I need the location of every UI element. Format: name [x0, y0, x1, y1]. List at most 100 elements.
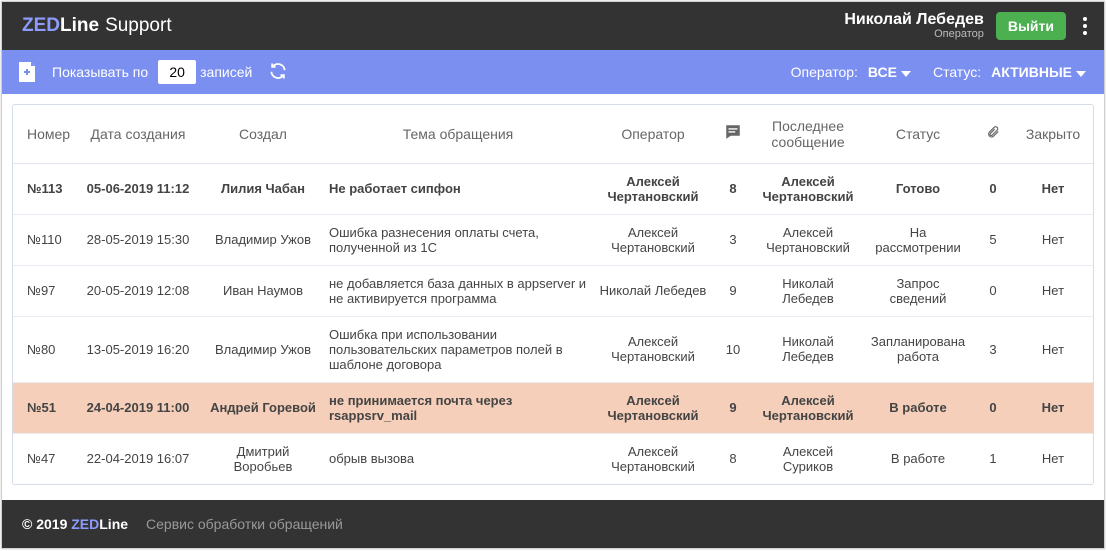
cell-created: 13-05-2019 16:20 [73, 316, 203, 382]
cell-subject: не добавляется база данных в appserver и… [323, 265, 593, 316]
cell-created: 24-04-2019 11:00 [73, 382, 203, 433]
cell-msg-count: 8 [713, 433, 753, 484]
cell-author: Андрей Горевой [203, 382, 323, 433]
status-filter-label: Статус: [933, 64, 981, 80]
col-messages-icon[interactable] [713, 105, 753, 163]
cell-created: 05-06-2019 11:12 [73, 163, 203, 214]
cell-last-msg: Алексей Чертановский [753, 382, 863, 433]
cell-closed: Нет [1013, 316, 1093, 382]
cell-subject: Ошибка при использовании пользовательски… [323, 316, 593, 382]
user-name: Николай Лебедев [844, 12, 984, 28]
cell-last-msg: Алексей Чертановский [753, 214, 863, 265]
cell-number: №110 [13, 214, 73, 265]
footer-bar: © 2019 ZEDLine Сервис обработки обращени… [2, 500, 1104, 548]
cell-attach: 5 [973, 214, 1013, 265]
new-ticket-icon[interactable] [16, 60, 38, 84]
cell-number: №113 [13, 163, 73, 214]
table-row[interactable]: №5124-04-2019 11:00Андрей Горевойне прин… [13, 382, 1093, 433]
cell-msg-count: 8 [713, 163, 753, 214]
cell-operator: Николай Лебедев [593, 265, 713, 316]
cell-last-msg: Николай Лебедев [753, 316, 863, 382]
col-created[interactable]: Дата создания [73, 105, 203, 163]
cell-status: В работе [863, 433, 973, 484]
footer-copyright: © 2019 ZEDLine [22, 516, 128, 532]
tickets-table-card: Номер Дата создания Создал Тема обращени… [12, 104, 1094, 485]
cell-author: Дмитрий Воробьев [203, 433, 323, 484]
header-bar: ZEDLine Support Николай Лебедев Оператор… [2, 2, 1104, 50]
col-closed[interactable]: Закрыто [1013, 105, 1093, 163]
table-row[interactable]: №9720-05-2019 12:08Иван Наумовне добавля… [13, 265, 1093, 316]
col-last-msg[interactable]: Последнее сообщение [753, 105, 863, 163]
cell-last-msg: Алексей Чертановский [753, 163, 863, 214]
cell-attach: 0 [973, 265, 1013, 316]
cell-attach: 3 [973, 316, 1013, 382]
table-row[interactable]: №4722-04-2019 16:07Дмитрий Воробьевобрыв… [13, 433, 1093, 484]
cell-closed: Нет [1013, 163, 1093, 214]
col-operator[interactable]: Оператор [593, 105, 713, 163]
cell-created: 20-05-2019 12:08 [73, 265, 203, 316]
cell-msg-count: 3 [713, 214, 753, 265]
cell-msg-count: 9 [713, 382, 753, 433]
cell-created: 22-04-2019 16:07 [73, 433, 203, 484]
page-size-input[interactable] [158, 60, 196, 84]
logo-zed: ZED [22, 15, 60, 37]
status-filter[interactable]: Статус: АКТИВНЫЕ [933, 60, 1090, 84]
cell-number: №80 [13, 316, 73, 382]
table-row[interactable]: №11028-05-2019 15:30Владимир УжовОшибка … [13, 214, 1093, 265]
cell-author: Лилия Чабан [203, 163, 323, 214]
cell-status: В работе [863, 382, 973, 433]
user-role: Оператор [844, 28, 984, 40]
cell-operator: Алексей Чертановский [593, 214, 713, 265]
cell-number: №47 [13, 433, 73, 484]
logo-support: Support [105, 15, 172, 37]
col-subject[interactable]: Тема обращения [323, 105, 593, 163]
cell-subject: не принимается почта через rsappsrv_mail [323, 382, 593, 433]
caret-down-icon [901, 64, 911, 80]
more-menu-icon[interactable] [1078, 15, 1092, 38]
cell-author: Владимир Ужов [203, 214, 323, 265]
col-attach-icon[interactable] [973, 105, 1013, 163]
cell-operator: Алексей Чертановский [593, 316, 713, 382]
cell-closed: Нет [1013, 433, 1093, 484]
cell-status: На рассмотрении [863, 214, 973, 265]
page-size-label-post: записей [200, 64, 252, 80]
cell-attach: 0 [973, 163, 1013, 214]
cell-operator: Алексей Чертановский [593, 163, 713, 214]
cell-msg-count: 10 [713, 316, 753, 382]
footer-tagline: Сервис обработки обращений [146, 516, 343, 532]
cell-attach: 1 [973, 433, 1013, 484]
cell-status: Запланирована работа [863, 316, 973, 382]
col-number[interactable]: Номер [13, 105, 73, 163]
caret-down-icon [1076, 64, 1086, 80]
refresh-icon[interactable] [268, 61, 288, 84]
cell-operator: Алексей Чертановский [593, 433, 713, 484]
app-logo: ZEDLine Support [22, 15, 172, 37]
operator-filter[interactable]: Оператор: ВСЕ [791, 60, 915, 84]
page-size-label-pre: Показывать по [52, 64, 148, 80]
table-row[interactable]: №11305-06-2019 11:12Лилия ЧабанНе работа… [13, 163, 1093, 214]
cell-closed: Нет [1013, 214, 1093, 265]
col-author[interactable]: Создал [203, 105, 323, 163]
cell-status: Запрос сведений [863, 265, 973, 316]
cell-closed: Нет [1013, 382, 1093, 433]
operator-filter-label: Оператор: [791, 64, 858, 80]
toolbar: Показывать по записей Оператор: ВСЕ Стат… [2, 50, 1104, 94]
cell-attach: 0 [973, 382, 1013, 433]
cell-author: Владимир Ужов [203, 316, 323, 382]
logout-button[interactable]: Выйти [996, 12, 1066, 40]
col-status[interactable]: Статус [863, 105, 973, 163]
cell-last-msg: Николай Лебедев [753, 265, 863, 316]
cell-number: №97 [13, 265, 73, 316]
cell-closed: Нет [1013, 265, 1093, 316]
operator-filter-value: ВСЕ [868, 64, 897, 80]
cell-operator: Алексей Чертановский [593, 382, 713, 433]
cell-created: 28-05-2019 15:30 [73, 214, 203, 265]
table-row[interactable]: №8013-05-2019 16:20Владимир УжовОшибка п… [13, 316, 1093, 382]
cell-subject: обрыв вызова [323, 433, 593, 484]
cell-last-msg: Алексей Суриков [753, 433, 863, 484]
tickets-table: Номер Дата создания Создал Тема обращени… [13, 105, 1093, 484]
status-filter-value: АКТИВНЫЕ [991, 64, 1072, 80]
cell-status: Готово [863, 163, 973, 214]
cell-number: №51 [13, 382, 73, 433]
cell-subject: Не работает сипфон [323, 163, 593, 214]
